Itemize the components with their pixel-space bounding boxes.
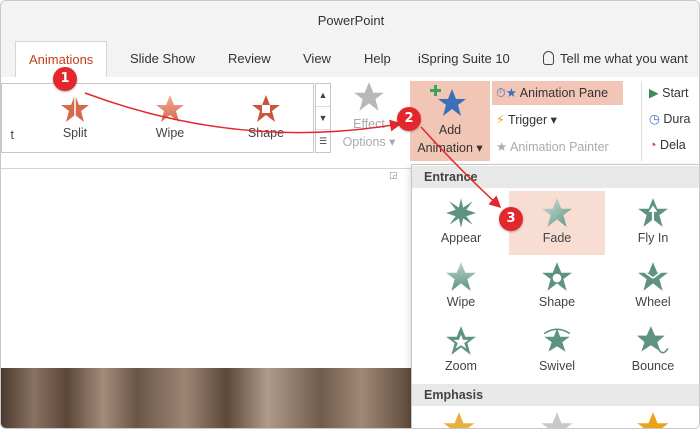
- dialog-launcher-icon[interactable]: ◲: [389, 170, 398, 181]
- add-animation-star-icon: [430, 85, 466, 116]
- entrance-header: Entrance: [412, 166, 699, 188]
- gallery-item-split[interactable]: Split: [40, 90, 110, 140]
- gallery-item-label: Shape: [247, 126, 285, 140]
- animation-painter-button[interactable]: ★ Animation Painter: [492, 135, 609, 159]
- callout-badge-1: 1: [53, 67, 77, 91]
- duration-control[interactable]: ◷ Dura: [649, 109, 691, 129]
- tab-slide-show[interactable]: Slide Show: [117, 41, 208, 77]
- clock-icon: ◷: [649, 112, 660, 126]
- scroll-up-icon[interactable]: ▲: [316, 84, 330, 107]
- entrance-fade[interactable]: Fade: [509, 191, 605, 255]
- emphasis-header: Emphasis: [412, 384, 699, 406]
- tell-me-text: Tell me what you want: [560, 51, 688, 66]
- play-icon: ▶: [649, 86, 659, 100]
- entrance-item-label: Shape: [538, 295, 576, 309]
- zoom-icon: [446, 326, 476, 355]
- entrance-item-label: Swivel: [538, 359, 576, 373]
- entrance-wipe[interactable]: Wipe: [413, 255, 509, 319]
- tell-me-search[interactable]: Tell me what you want: [543, 41, 688, 77]
- entrance-appear[interactable]: Appear: [413, 191, 509, 255]
- gallery-more-icon[interactable]: ☰: [316, 130, 330, 153]
- callout-badge-2: 2: [397, 107, 421, 131]
- entrance-item-label: Wipe: [446, 295, 476, 309]
- ribbon-tabs: Animations Slide Show Review View Help i…: [1, 41, 699, 78]
- tab-ispring[interactable]: iSpring Suite 10: [405, 41, 523, 77]
- wipe-star-icon: [156, 95, 184, 122]
- bounce-icon: [637, 326, 669, 354]
- wipe-icon: [446, 262, 476, 291]
- animation-pane-label: Animation Pane: [519, 86, 609, 100]
- shape-icon: [542, 262, 572, 291]
- add-animation-label-1: Add: [438, 123, 462, 137]
- duration-label: Dura: [663, 112, 691, 126]
- wheel-icon: [638, 262, 668, 291]
- entrance-item-label: Appear: [440, 231, 482, 245]
- delay-label: Dela: [660, 138, 686, 152]
- gallery-item-label: Wipe: [155, 126, 185, 140]
- animation-painter-label: Animation Painter: [510, 140, 609, 154]
- window-title: PowerPoint: [1, 1, 699, 41]
- fly-in-icon: [638, 198, 668, 227]
- lightning-icon: ⚡: [496, 113, 505, 127]
- entrance-swivel[interactable]: Swivel: [509, 319, 605, 383]
- entrance-zoom[interactable]: Zoom: [413, 319, 509, 383]
- entrance-item-label: Fly In: [637, 231, 669, 245]
- entrance-wheel[interactable]: Wheel: [605, 255, 699, 319]
- effect-options-button[interactable]: Effect Options ▾: [339, 81, 399, 151]
- gallery-item-label: Split: [62, 126, 88, 140]
- swivel-icon: [543, 328, 571, 352]
- entrance-item-label: Fade: [542, 231, 572, 245]
- gallery-item-shape[interactable]: Shape: [231, 90, 301, 140]
- tab-view[interactable]: View: [290, 41, 344, 77]
- gallery-item-partial-label: t: [10, 128, 14, 142]
- slide-background-image: [1, 368, 411, 428]
- ribbon-animations: t Split Wipe Shape ▲ ▼ ☰ Effect Options …: [1, 77, 699, 180]
- trigger-button[interactable]: ⚡ Trigger ▾: [492, 108, 557, 132]
- animation-gallery: t Split Wipe Shape: [1, 83, 314, 153]
- entrance-fly-in[interactable]: Fly In: [605, 191, 699, 255]
- delay-clock-icon: ◔: [649, 138, 657, 152]
- tab-help[interactable]: Help: [351, 41, 404, 77]
- entrance-item-label: Wheel: [635, 295, 671, 309]
- entrance-shape[interactable]: Shape: [509, 255, 605, 319]
- chevron-down-icon: ▾: [389, 135, 396, 149]
- animation-pane-button[interactable]: ⏱★ Animation Pane: [492, 81, 623, 105]
- trigger-label: Trigger: [508, 113, 548, 127]
- emphasis-icon-3[interactable]: [636, 411, 670, 428]
- effect-options-label-2: Options: [342, 135, 386, 149]
- split-star-icon: [61, 95, 89, 122]
- start-label: Start: [662, 86, 689, 100]
- appear-icon: [446, 198, 476, 228]
- chevron-down-icon: ▾: [476, 141, 483, 155]
- app-window: PowerPoint Animations Slide Show Review …: [0, 0, 700, 429]
- delay-control[interactable]: ◔ Dela: [649, 135, 686, 155]
- tab-review[interactable]: Review: [215, 41, 284, 77]
- shape-star-icon: [252, 95, 280, 122]
- emphasis-icon-2[interactable]: [540, 411, 574, 428]
- gallery-scrollbar[interactable]: ▲ ▼ ☰: [315, 83, 331, 153]
- add-animation-dropdown: Entrance Appear Fade Fly In Wipe Shape W…: [411, 164, 699, 428]
- start-control[interactable]: ▶ Start: [649, 83, 689, 103]
- chevron-down-icon: ▾: [550, 113, 557, 127]
- emphasis-icon-1[interactable]: [442, 411, 476, 428]
- fade-icon: [542, 198, 572, 227]
- entrance-item-label: Zoom: [445, 359, 477, 373]
- entrance-item-label: Bounce: [631, 359, 675, 373]
- lightbulb-icon: [543, 51, 554, 65]
- animation-pane-icon: ⏱: [496, 86, 506, 100]
- gallery-item-wipe[interactable]: Wipe: [135, 90, 205, 140]
- ribbon-separator: [641, 81, 642, 161]
- callout-badge-3: 3: [499, 207, 523, 231]
- effect-options-star-icon: [354, 82, 384, 111]
- scroll-down-icon[interactable]: ▼: [316, 107, 330, 130]
- animation-painter-icon: ★: [496, 140, 508, 154]
- effect-options-label-1: Effect: [353, 117, 385, 131]
- entrance-bounce[interactable]: Bounce: [605, 319, 699, 383]
- add-animation-label-2: Animation: [417, 141, 473, 155]
- add-animation-button[interactable]: Add Animation ▾: [410, 81, 490, 161]
